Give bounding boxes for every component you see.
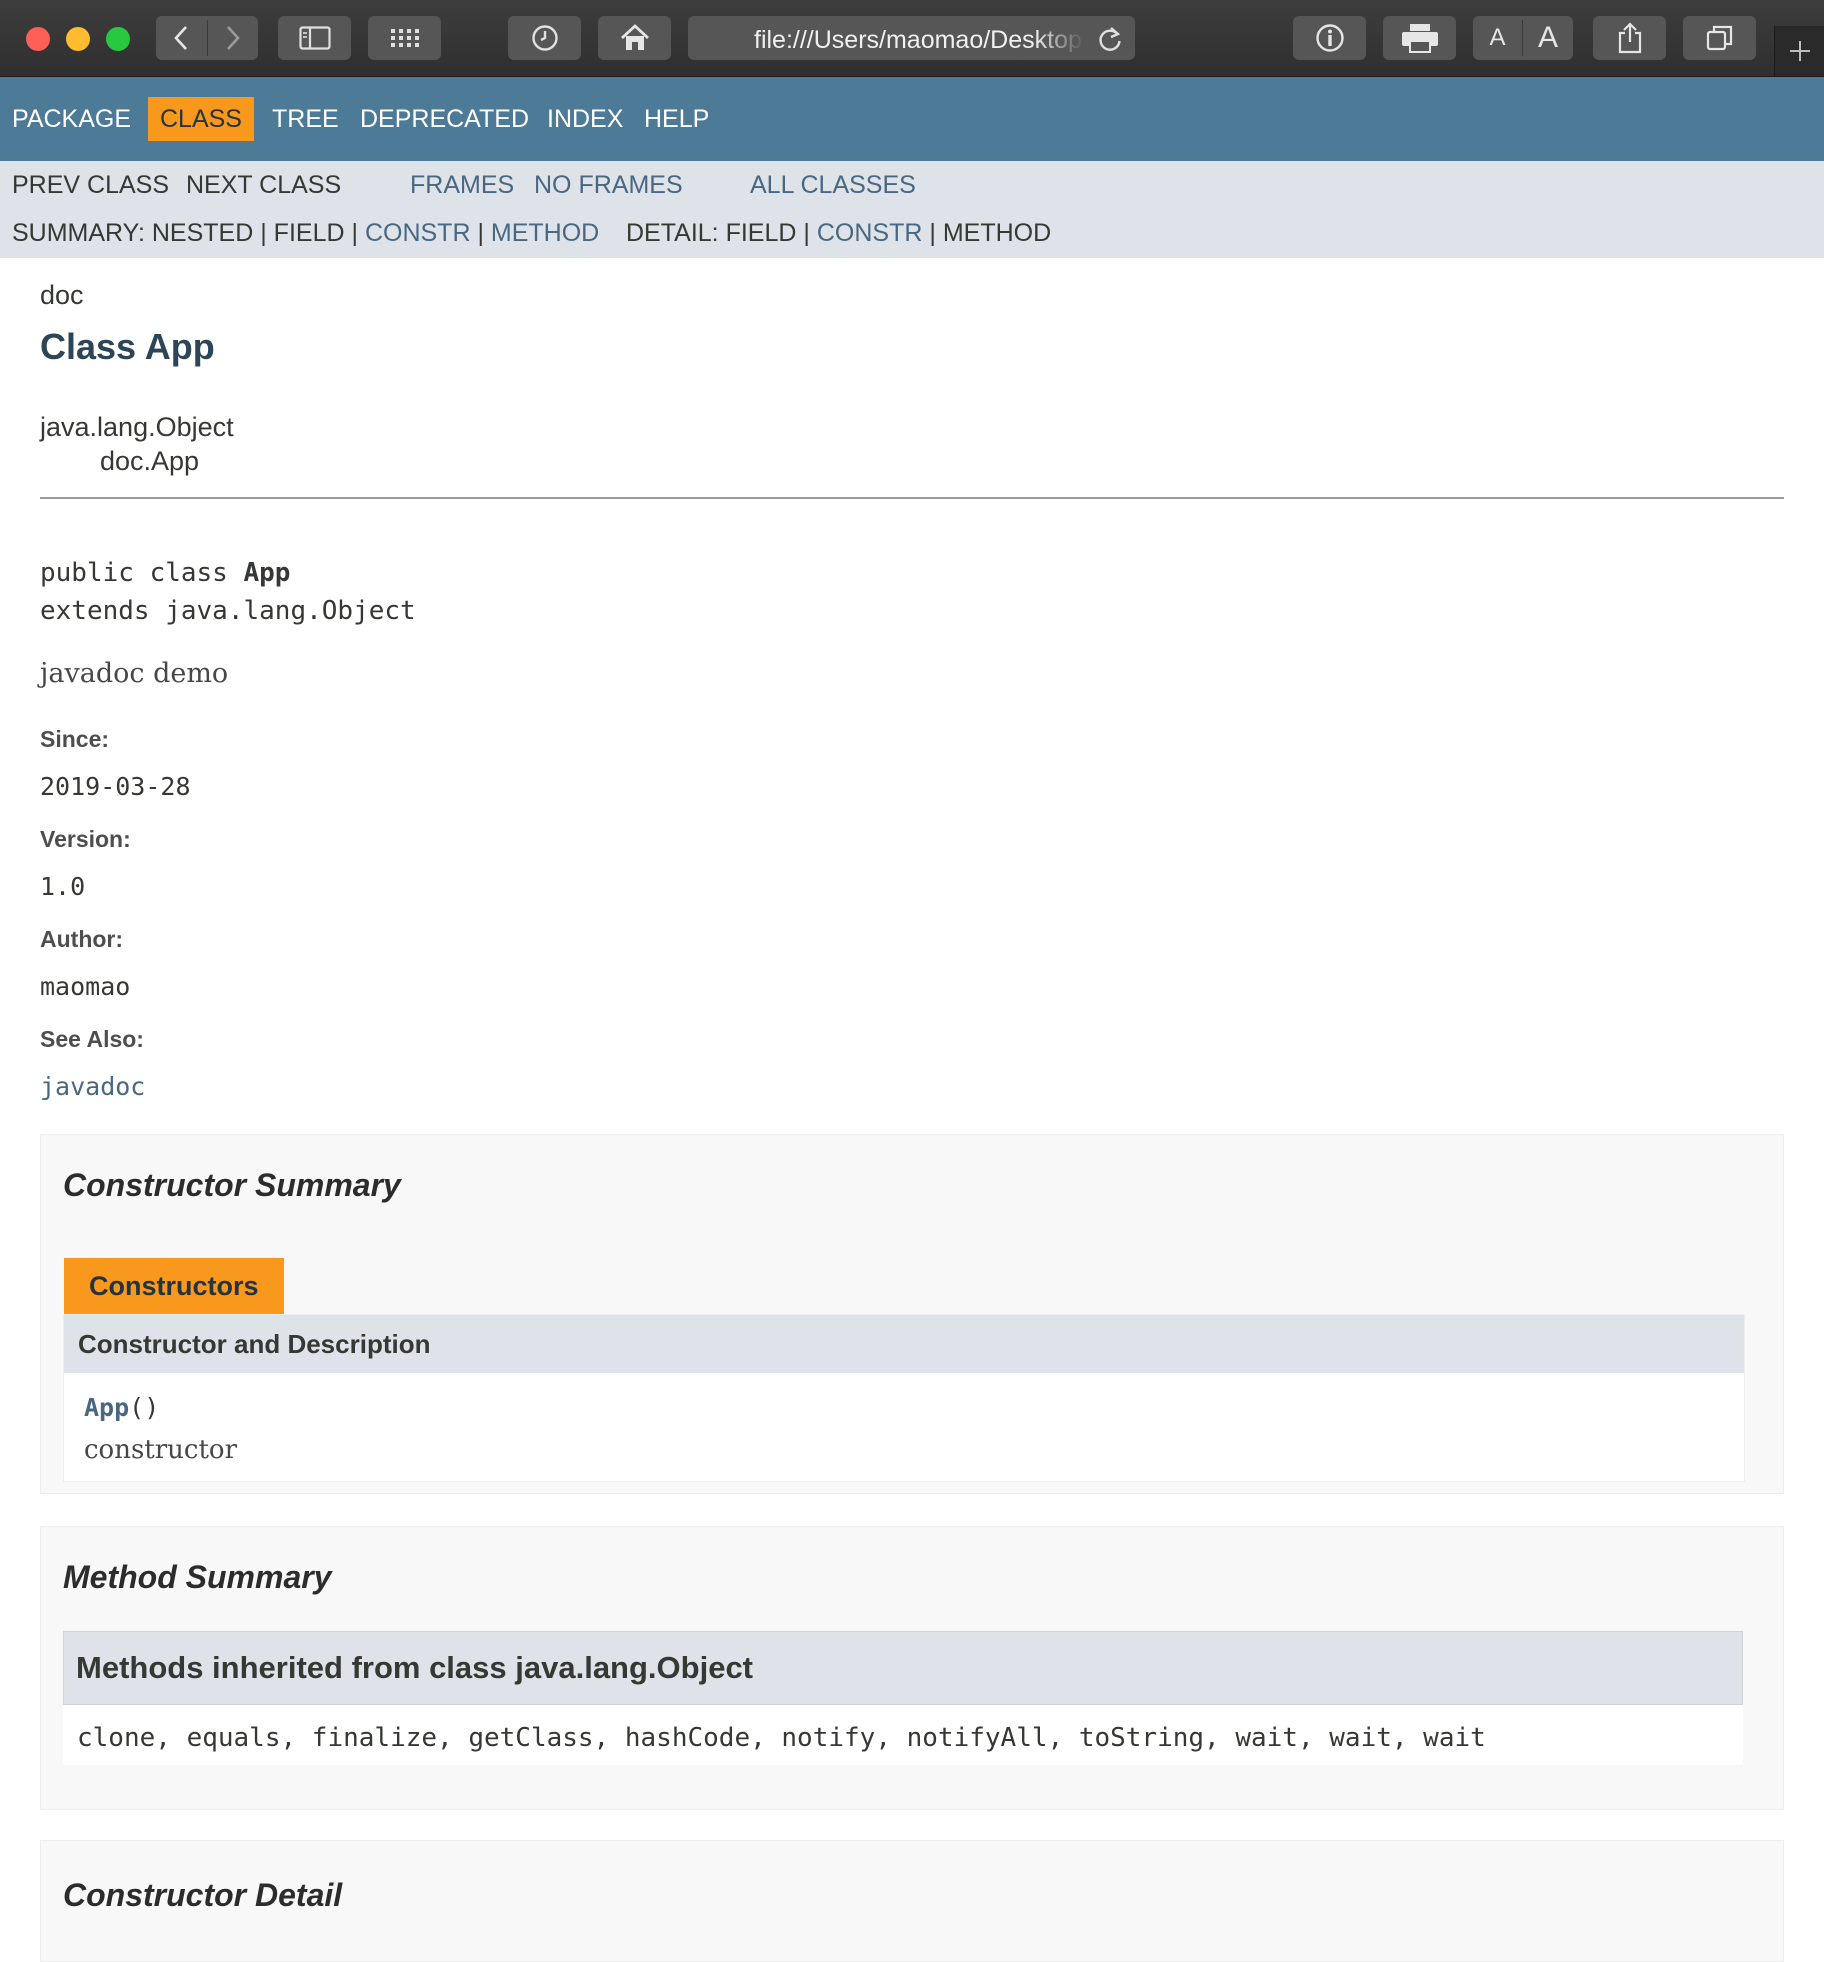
inheritance-root: java.lang.Object [40,412,234,442]
author-label: Author: [40,926,124,952]
summary-nested: NESTED [151,219,254,247]
detail-field: FIELD [725,219,797,247]
divider [40,497,1784,499]
summary-method-link[interactable]: METHOD [491,219,599,247]
separator: | [803,219,810,247]
nav-package[interactable]: PACKAGE [12,97,131,141]
author-value: maomao [40,972,131,1001]
constructor-detail-heading: Constructor Detail [63,1877,343,1913]
method-summary-heading: Method Summary [63,1559,332,1595]
separator: | [351,219,358,247]
zoom-window-button[interactable] [106,27,130,51]
summary-constr-link[interactable]: CONSTR [365,219,471,247]
font-size-group: A A [1473,16,1573,60]
summary-nav: SUMMARY: NESTED | FIELD | CONSTR | METHO… [12,219,599,248]
see-also-label: See Also: [40,1026,144,1052]
nav-deprecated[interactable]: DEPRECATED [360,97,529,141]
summary-field: FIELD [273,219,345,247]
chevron-left-icon [174,26,187,50]
sub-navigation-bar: PREV CLASS NEXT CLASS FRAMES NO FRAMES A… [0,161,1824,258]
share-icon [1618,22,1641,54]
inherited-methods-heading: Methods inherited from class java.lang.O… [63,1631,1743,1705]
nav-help[interactable]: HELP [644,97,709,141]
increase-font-button[interactable]: A [1523,16,1573,60]
close-window-button[interactable] [26,27,50,51]
method-summary: Method Summary Methods inherited from cl… [40,1526,1784,1810]
table-header: Constructor and Description [64,1315,1744,1373]
separator: | [477,219,484,247]
see-also-link[interactable]: javadoc [40,1072,145,1101]
summary-label: SUMMARY: [12,219,145,247]
home-button[interactable] [598,16,671,60]
new-tab-button[interactable] [1774,26,1824,76]
inherited-methods-list[interactable]: clone, equals, finalize, getClass, hashC… [77,1723,1486,1753]
clock-icon [531,25,558,51]
all-classes-link[interactable]: ALL CLASSES [750,171,916,200]
reader-info-button[interactable] [1293,16,1366,60]
nav-class: CLASS [148,97,254,141]
top-sites-button[interactable] [368,16,441,60]
history-button[interactable] [508,16,581,60]
sidebar-icon [298,26,331,50]
url-text[interactable]: file:///Users/maomao/Desktop [754,26,1084,52]
browser-toolbar: file:///Users/maomao/Desktop A A [0,0,1824,77]
package-label: doc [40,280,84,310]
constructor-params: () [129,1393,160,1422]
no-frames-link[interactable]: NO FRAMES [534,171,683,200]
frames-link[interactable]: FRAMES [410,171,514,200]
sidebar-button[interactable] [278,16,351,60]
back-forward-group [156,16,258,60]
inherited-methods-table: Methods inherited from class java.lang.O… [63,1631,1743,1765]
forward-button[interactable] [208,16,258,60]
share-button[interactable] [1593,16,1666,60]
minimize-window-button[interactable] [66,27,90,51]
constructor-link[interactable]: App [84,1393,129,1422]
separator: | [260,219,267,247]
detail-constr-link[interactable]: CONSTR [817,219,923,247]
nav-tree[interactable]: TREE [272,97,339,141]
next-class-label: NEXT CLASS [186,171,342,199]
class-description: javadoc demo [40,658,229,689]
info-icon [1315,24,1344,52]
home-icon [620,24,649,50]
grid-icon [390,29,419,47]
inheritance-class: doc.App [100,446,200,476]
since-label: Since: [40,726,110,752]
class-signature-line2: extends java.lang.Object [40,596,416,626]
constructor-detail: Constructor Detail [40,1840,1784,1962]
constructor-summary: Constructor Summary Constructors Constru… [40,1134,1784,1494]
version-value: 1.0 [40,872,86,901]
constructors-tab[interactable]: Constructors [64,1258,284,1314]
since-value: 2019-03-28 [40,772,191,801]
plus-icon [1790,41,1810,61]
reload-button[interactable] [1097,25,1123,58]
constructor-description: constructor [84,1435,238,1465]
address-bar[interactable]: file:///Users/maomao/Desktop [688,16,1135,60]
reload-icon [1099,27,1121,51]
constructor-summary-heading: Constructor Summary [63,1167,401,1203]
table-row: App() [84,1393,159,1422]
back-button[interactable] [156,16,206,60]
signature-modifiers: public class [40,558,244,588]
detail-label: DETAIL: [626,219,719,247]
detail-nav: DETAIL: FIELD | CONSTR | METHOD [626,219,1051,248]
decrease-font-button[interactable]: A [1473,16,1522,60]
tabs-icon [1706,25,1732,51]
separator: | [929,219,936,247]
version-label: Version: [40,826,131,852]
chevron-right-icon [227,26,240,50]
printer-icon [1401,24,1438,53]
nav-index[interactable]: INDEX [547,97,623,141]
detail-method: METHOD [942,219,1052,247]
constructors-table: Constructor and Description App() constr… [63,1314,1745,1482]
signature-class-name: App [243,558,291,588]
page-title: Class App [40,326,215,367]
tab-overview-button[interactable] [1683,16,1756,60]
top-navigation-bar: PACKAGE CLASS TREE DEPRECATED INDEX HELP [0,77,1824,161]
class-signature-line1: public class App [40,558,290,588]
print-button[interactable] [1383,16,1456,60]
prev-class-label: PREV CLASS [12,171,170,199]
